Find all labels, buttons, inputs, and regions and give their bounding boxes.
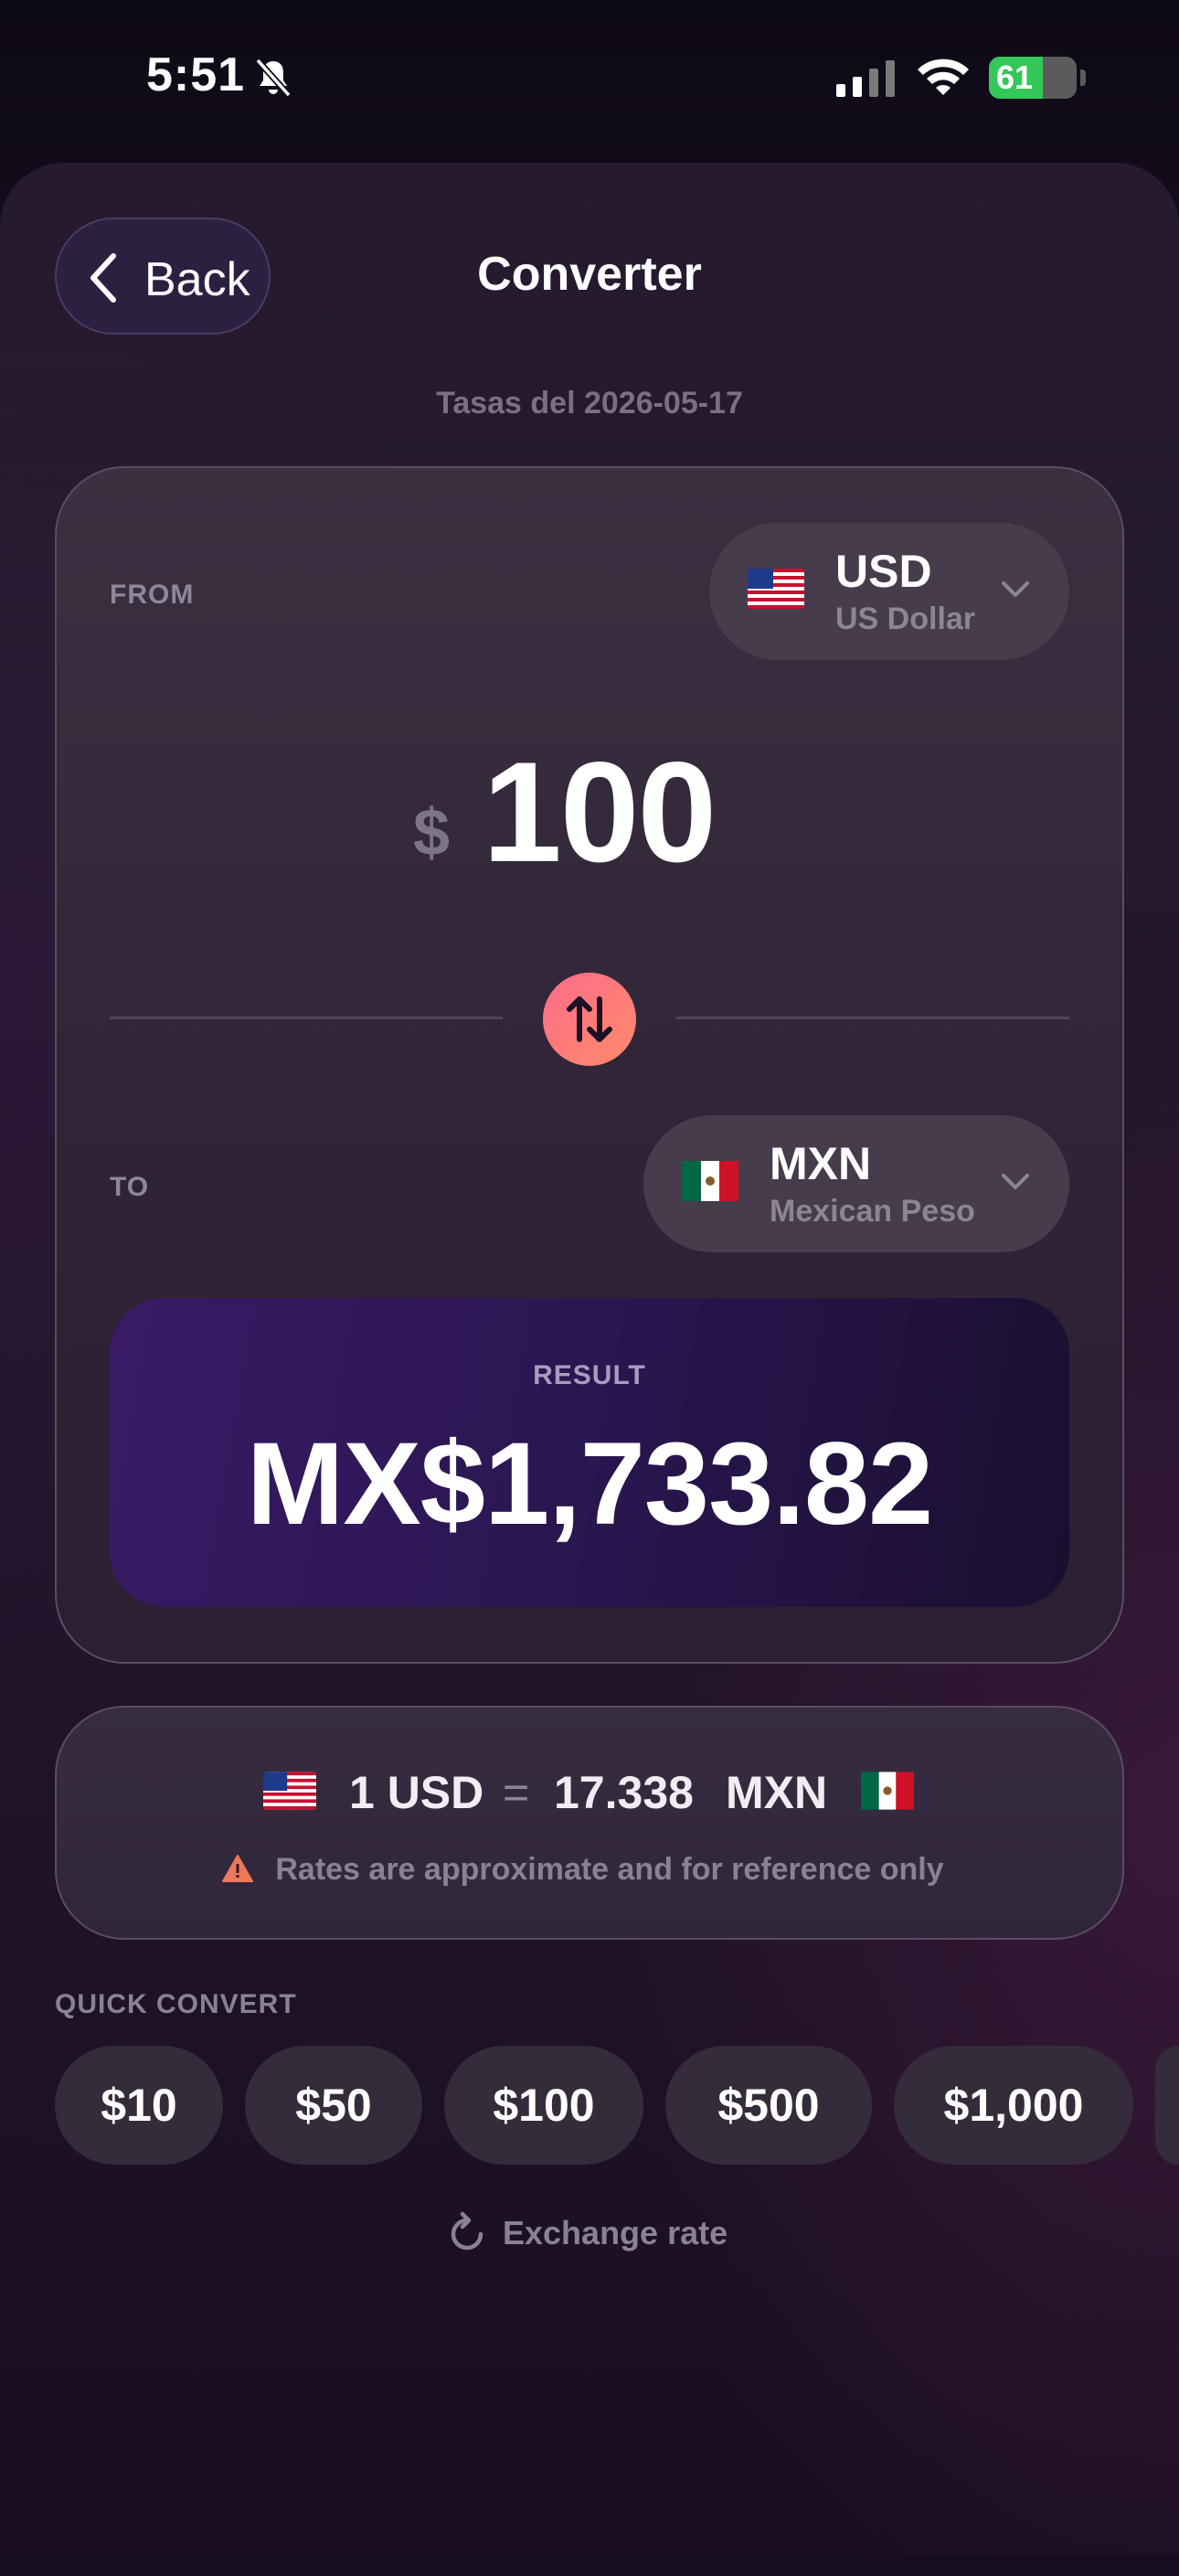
result-panel: RESULT MX$1,733.82 [110,1298,1069,1607]
rate-value: 17.338 [554,1767,694,1818]
cellular-signal-icon [836,60,897,101]
page-title: Converter [477,248,702,301]
to-label: TO [110,1172,150,1202]
quick-convert-chip[interactable]: $100 [444,2046,643,2165]
exchange-rate-card: 1 USD = 17.338 MXN Rates are approximate… [55,1706,1124,1940]
rates-date: Tasas del 2026-05-17 [436,386,743,420]
quick-convert-chip[interactable]: $1,000 [894,2046,1133,2165]
divider-left [110,1017,503,1019]
from-currency-name: US Dollar [835,601,976,636]
quick-convert-label: QUICK CONVERT [55,1989,297,2019]
silent-bell-icon [252,57,294,103]
quick-convert-chip[interactable]: $500 [665,2046,872,2165]
from-currency-selector[interactable]: USD US Dollar [709,523,1069,660]
mexico-flag-icon [682,1161,738,1206]
swap-currencies-button[interactable] [543,973,636,1066]
quick-convert-chip-overflow[interactable] [1155,2046,1179,2165]
divider-right [676,1017,1069,1019]
refresh-label: Exchange rate [503,2214,728,2251]
chevron-down-icon [1000,578,1031,604]
us-flag-icon [263,1772,316,1815]
rate-disclaimer: Rates are approximate and for reference … [275,1852,944,1887]
to-currency-code: MXN [770,1138,872,1189]
chevron-down-icon [1000,1170,1031,1197]
status-bar: 5:51 61 [0,0,1179,155]
mexico-flag-icon [861,1772,914,1815]
refresh-rates-button[interactable]: Exchange rate [0,2210,1179,2262]
rate-equals: = [503,1767,530,1818]
battery-cap [1080,69,1086,86]
quick-convert-chip[interactable]: $50 [245,2046,422,2165]
refresh-icon [448,2210,488,2259]
to-currency-selector[interactable]: MXN Mexican Peso [643,1115,1069,1252]
from-currency-code: USD [835,546,932,597]
battery-percentage: 61 [996,59,1034,96]
amount-currency-symbol: $ [413,796,451,869]
wifi-icon [916,55,971,101]
swap-arrows-icon [567,996,612,1042]
status-time: 5:51 [146,48,246,101]
rate-base: 1 USD [349,1767,484,1818]
result-value: MX$1,733.82 [246,1419,933,1549]
battery-indicator: 61 [989,57,1077,99]
from-label: FROM [110,580,195,610]
result-label: RESULT [533,1360,646,1390]
amount-input[interactable]: 100 [483,731,717,895]
rate-target-code: MXN [726,1767,828,1818]
to-currency-name: Mexican Peso [770,1194,975,1229]
us-flag-icon [748,569,804,613]
quick-convert-chip[interactable]: $10 [55,2046,223,2165]
